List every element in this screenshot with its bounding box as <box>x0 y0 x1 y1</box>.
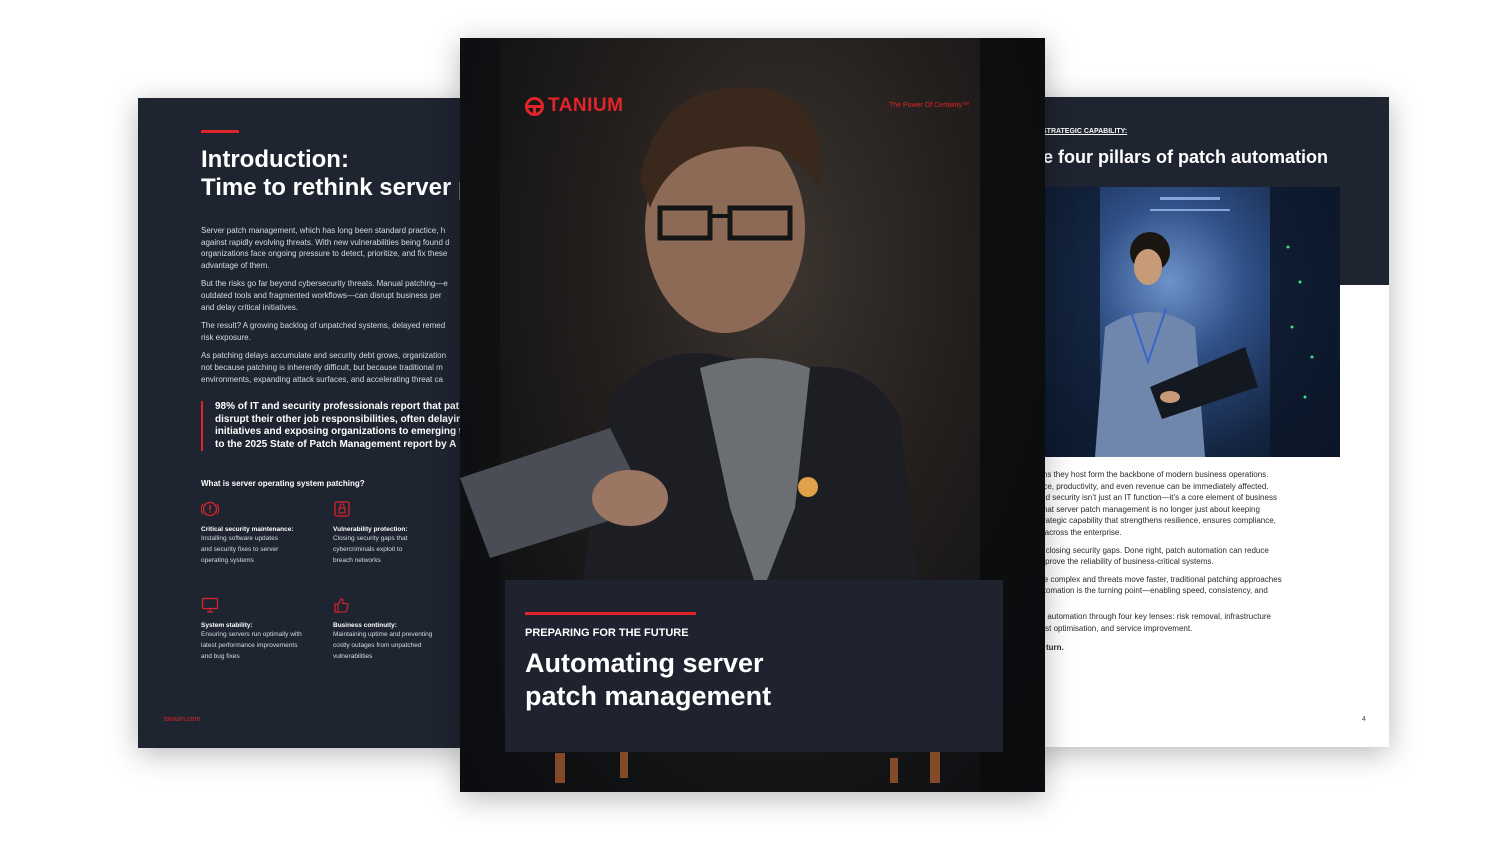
cover-title: Automating server patch management <box>525 648 772 711</box>
body-text: ations they host form the backbone of mo… <box>1030 469 1389 660</box>
feature-system-stability: System stability: Ensuring servers run o… <box>201 597 321 662</box>
feature-critical-security: Critical security maintenance: Installin… <box>201 501 321 566</box>
paragraph: The result? A growing backlog of unpatch… <box>201 321 446 342</box>
monitor-icon <box>201 597 219 613</box>
strategic-capability-page: STRATEGIC CAPABILITY: g the four pillars… <box>1030 97 1389 747</box>
feature-business-continuity: Business continuity: Maintaining uptime … <box>333 597 453 662</box>
paragraph: Server patch management, which has long … <box>201 226 450 270</box>
accent-bar <box>525 612 696 615</box>
cover-page: TANIUM The Power Of Certainty™ PREPARING… <box>460 38 1045 792</box>
kicker: PREPARING FOR THE FUTURE <box>525 627 689 639</box>
paragraph: As patching delays accumulate and securi… <box>201 351 447 384</box>
datacenter-photo <box>1030 187 1340 457</box>
pull-quote: 98% of IT and security professionals rep… <box>201 401 468 452</box>
title-panel: PREPARING FOR THE FUTURE Automating serv… <box>505 580 1003 752</box>
thumbs-up-icon <box>334 598 349 613</box>
photo-illustration <box>1030 187 1340 457</box>
paragraph: But the risks go far beyond cybersecurit… <box>201 279 448 312</box>
lock-shield-icon <box>334 501 350 517</box>
tanium-logo: TANIUM <box>525 95 623 117</box>
feature-vulnerability-protection: Vulnerability protection: Closing securi… <box>333 501 453 566</box>
page-title: g the four pillars of patch automation <box>1030 147 1329 167</box>
page-number: 4 <box>1362 716 1366 723</box>
paragraph: more complex and threats move faster, tr… <box>1030 574 1282 596</box>
section-heading: What is server operating system patching… <box>201 479 365 488</box>
paragraph: ond closing security gaps. Done right, p… <box>1030 545 1269 567</box>
paragraph: ations they host form the backbone of mo… <box>1030 470 1277 537</box>
eyebrow-label: STRATEGIC CAPABILITY: <box>1042 128 1128 135</box>
intro-page: Introduction: Time to rethink server p S… <box>138 98 468 748</box>
tagline: The Power Of Certainty™ <box>889 102 970 109</box>
tanium-logo-icon <box>525 96 544 116</box>
footer-site: tanium.com <box>164 716 201 723</box>
body-text: Server patch management, which has long … <box>201 225 468 392</box>
paragraph: e in turn. <box>1030 643 1064 653</box>
page-title: Introduction: Time to rethink server p <box>201 146 468 201</box>
accent-bar <box>201 130 239 133</box>
paragraph: atch automation through four key lenses:… <box>1030 611 1271 633</box>
alert-circle-icon <box>201 501 219 517</box>
